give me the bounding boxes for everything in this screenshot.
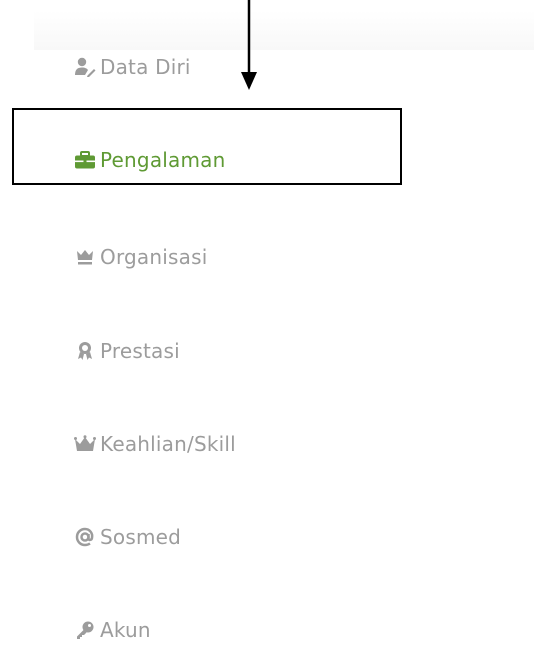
sidebar-item-keahlian-skill[interactable]: Keahlian/Skill	[74, 429, 236, 459]
sidebar-item-sosmed[interactable]: Sosmed	[74, 522, 181, 552]
highlight-box	[12, 108, 402, 185]
sidebar-item-label: Akun	[100, 618, 151, 642]
sidebar-item-organisasi[interactable]: Organisasi	[74, 242, 207, 272]
sidebar-item-label: Sosmed	[100, 525, 182, 549]
sidebar-item-label: Data Diri	[100, 55, 191, 79]
menu-top-shade	[34, 10, 534, 50]
at-icon	[74, 526, 96, 548]
sidebar-item-label: Prestasi	[100, 339, 180, 363]
sidebar-item-akun[interactable]: Akun	[74, 615, 151, 645]
sidebar-item-label: Keahlian/Skill	[100, 432, 236, 456]
award-icon	[74, 340, 96, 362]
down-arrow-icon	[241, 0, 257, 90]
sidebar-item-data-diri[interactable]: Data Diri	[74, 52, 191, 82]
crown-skill-icon	[74, 433, 96, 455]
sidebar-item-label: Organisasi	[100, 245, 208, 269]
key-icon	[74, 619, 96, 641]
user-edit-icon	[74, 56, 96, 78]
sidebar-item-prestasi[interactable]: Prestasi	[74, 336, 180, 366]
crown-icon	[74, 246, 96, 268]
